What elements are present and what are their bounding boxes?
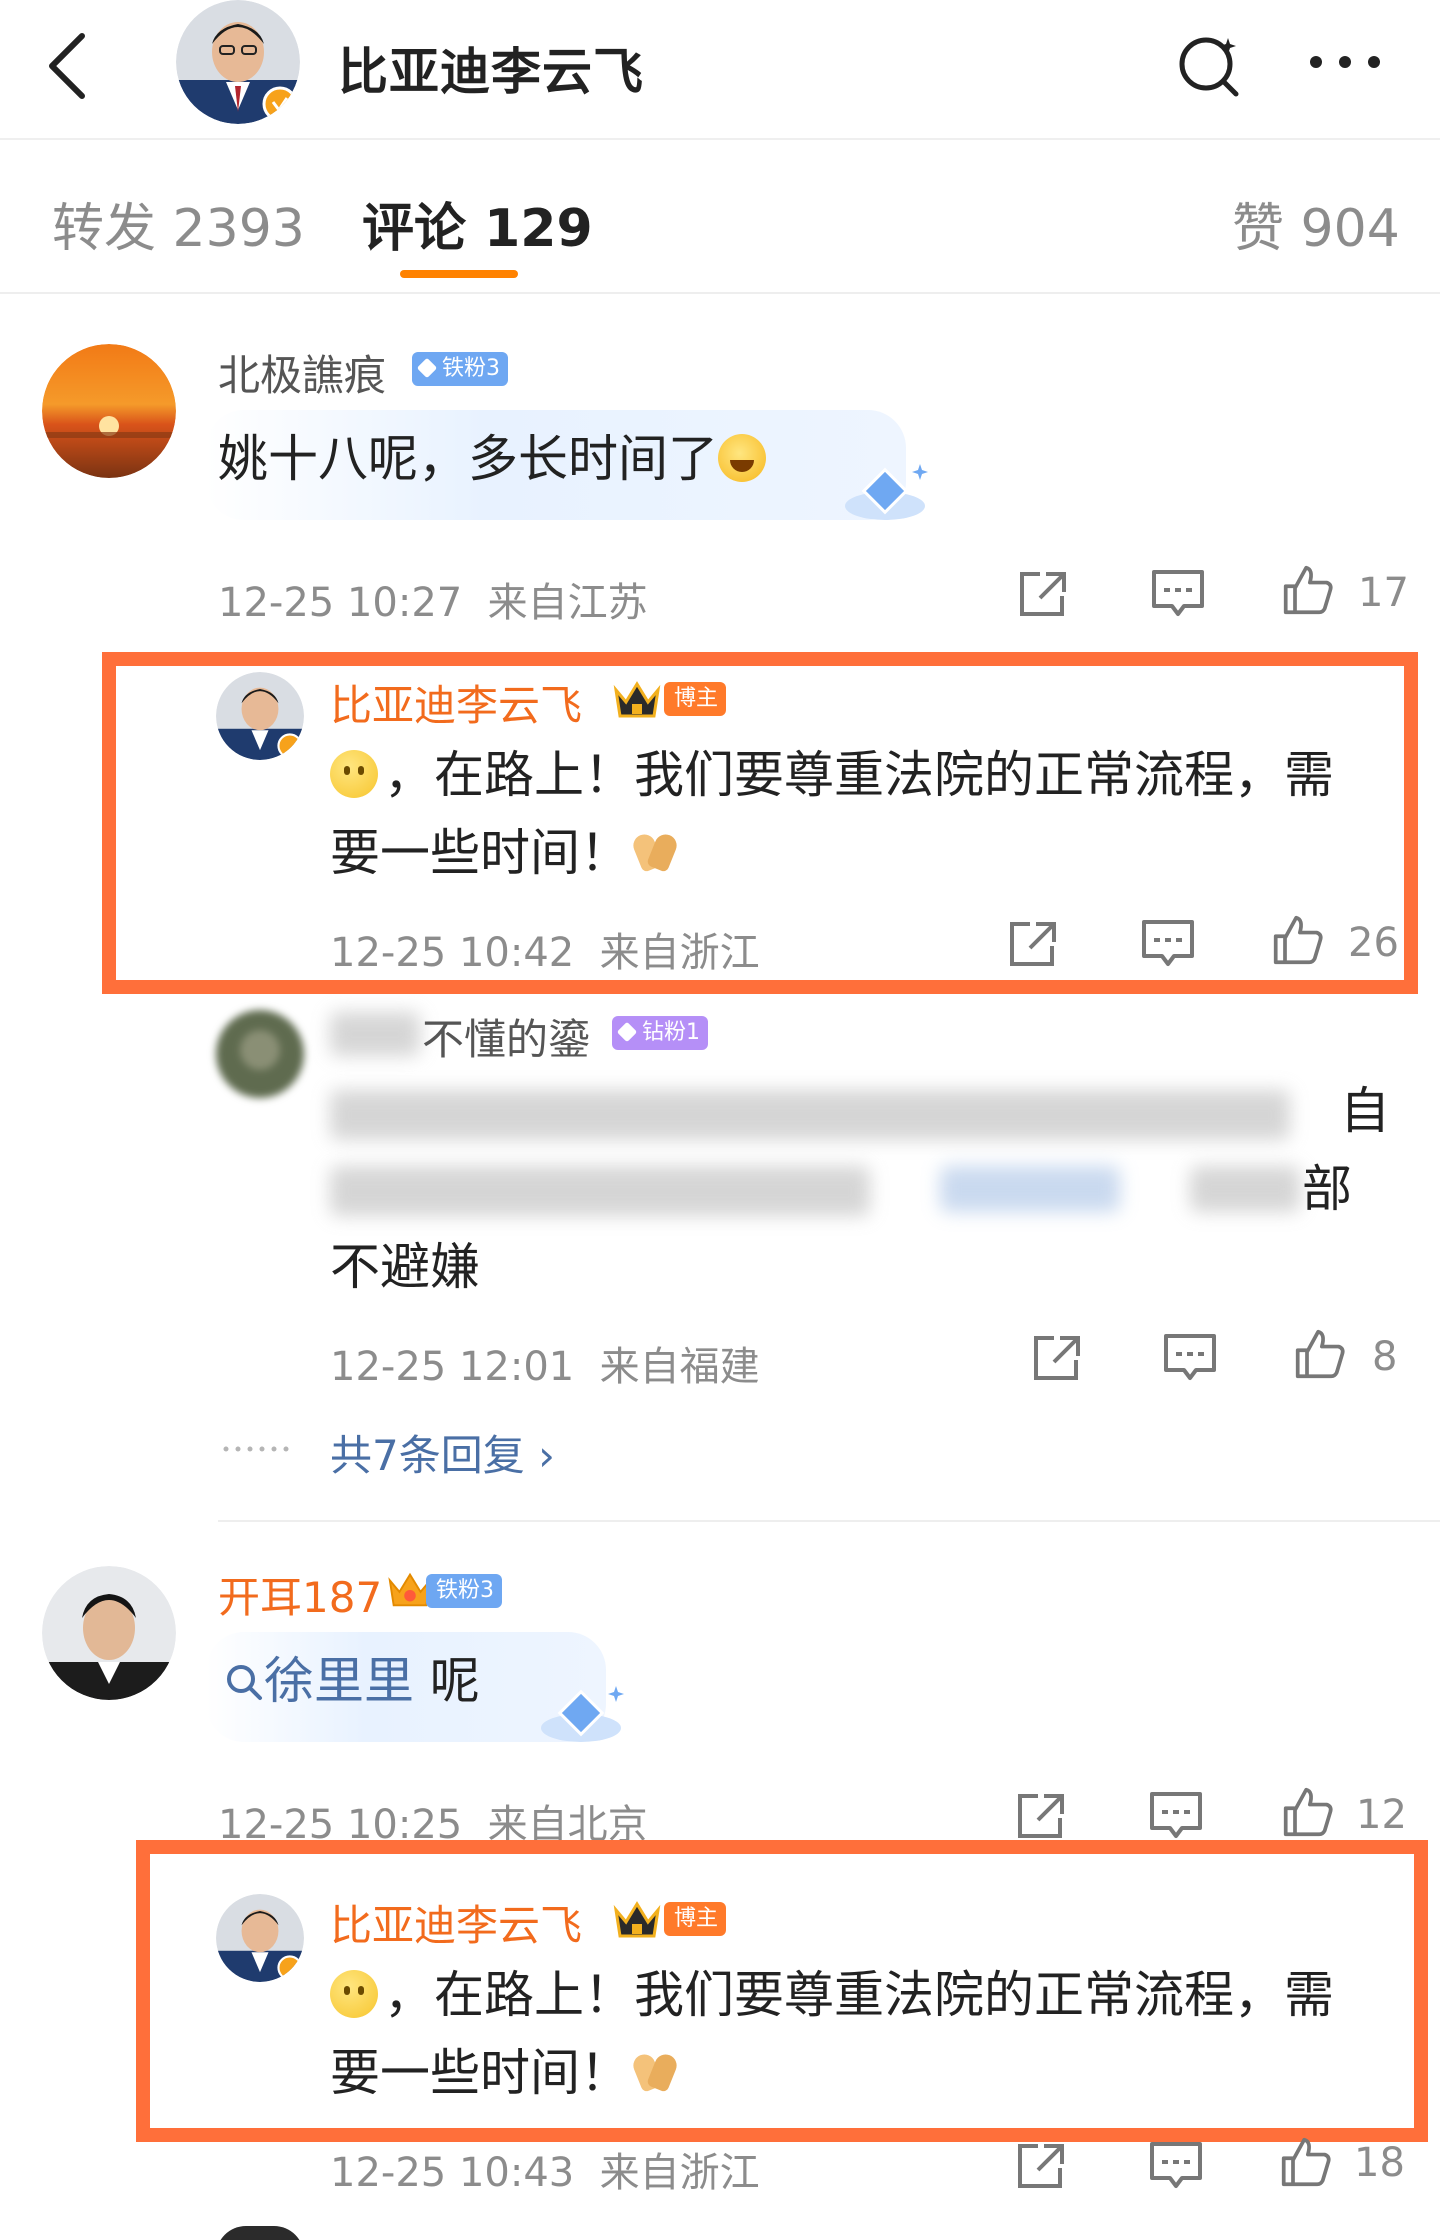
reply-meta: 12-25 10:42 来自浙江 <box>330 930 760 976</box>
like-count: 17 <box>1358 570 1409 616</box>
reply-comment-icon[interactable] <box>1150 568 1206 620</box>
search-topic-link[interactable]: 徐里里 <box>224 1652 414 1710</box>
blurred-link <box>940 1166 1120 1212</box>
commenter-avatar[interactable] <box>42 1566 176 1700</box>
comment-text: 徐里里 呢 <box>224 1642 480 1720</box>
smile-emoji-icon <box>330 1970 378 2018</box>
author-avatar[interactable] <box>176 0 300 124</box>
reply-meta: 12-25 12:01 来自福建 <box>330 1344 760 1390</box>
reply-text-line2: 要一些时间！ <box>330 814 680 892</box>
top-bar: 比亚迪李云飞 <box>0 0 1440 140</box>
share-icon[interactable] <box>1030 1332 1086 1384</box>
reply-author-username[interactable]: 比亚迪李云飞 <box>330 672 582 733</box>
diamond-decoration-icon <box>541 1686 624 1742</box>
reply-author-avatar[interactable] <box>216 1894 304 1982</box>
fan-level-badge: 铁粉3 <box>426 1574 502 1608</box>
folded-hands-emoji-icon <box>630 828 680 874</box>
reply-text-line1: ，在路上！我们要尊重法院的正常流程，需 <box>330 1956 1334 2034</box>
badge-gem-icon <box>616 1021 638 1043</box>
share-icon[interactable] <box>1014 2140 1070 2192</box>
comment-text: 姚十八呢，多长时间了 <box>218 420 766 498</box>
tab-reposts[interactable]: 转发 2393 <box>52 186 305 261</box>
active-tab-indicator <box>400 270 518 278</box>
reply-author-username[interactable]: 比亚迪李云飞 <box>330 1892 582 1953</box>
reply-author-avatar[interactable] <box>216 672 304 760</box>
commenter-username[interactable]: 北极譙痕 <box>218 342 386 403</box>
next-reply-avatar-partial <box>216 2226 304 2240</box>
like-thumb-icon[interactable] <box>1270 914 1326 966</box>
reply-meta: 12-25 10:43 来自浙江 <box>330 2150 760 2196</box>
dotted-line-icon <box>223 1446 289 1452</box>
comment-meta: 12-25 10:27 来自江苏 <box>218 580 648 626</box>
crown-icon <box>613 681 661 718</box>
reply-comment-icon[interactable] <box>1162 1332 1218 1384</box>
more-options-icon[interactable] <box>1300 30 1390 90</box>
like-count: 26 <box>1348 920 1399 966</box>
share-icon[interactable] <box>1006 918 1062 970</box>
commenter-username[interactable]: 开耳187 <box>218 1564 382 1625</box>
share-icon[interactable] <box>1016 568 1072 620</box>
reply-text-line3: 不避嫌 <box>330 1238 480 1296</box>
reply-comment-icon[interactable] <box>1148 1790 1204 1842</box>
reply-text-fragment: 自 <box>1340 1082 1390 1140</box>
commenter-avatar[interactable] <box>42 344 176 478</box>
tab-comments[interactable]: 评论 129 <box>362 186 593 261</box>
reply-author-avatar[interactable] <box>216 1010 304 1098</box>
reply-username[interactable]: 不懂的鎏 <box>422 1006 590 1067</box>
like-thumb-icon[interactable] <box>1280 564 1336 616</box>
reply-text-fragment: 部 <box>1302 1160 1352 1218</box>
crown-icon <box>613 1901 661 1938</box>
diamond-decoration-icon <box>845 464 928 520</box>
folded-hands-emoji-icon <box>630 2048 680 2094</box>
blurred-text-line1 <box>330 1090 1290 1140</box>
search-icon[interactable] <box>1170 24 1250 104</box>
like-thumb-icon[interactable] <box>1292 1328 1348 1380</box>
like-thumb-icon[interactable] <box>1280 1786 1336 1838</box>
like-count: 8 <box>1372 1334 1398 1380</box>
fan-level-badge: 铁粉3 <box>412 352 508 386</box>
tab-bar: 转发 2393 评论 129 赞 904 <box>0 142 1440 294</box>
tab-likes[interactable]: 赞 904 <box>1232 186 1400 261</box>
reply-text-line1: ，在路上！我们要尊重法院的正常流程，需 <box>330 736 1334 814</box>
laugh-cry-emoji-icon <box>718 434 766 482</box>
blurred-text-fragment <box>1190 1166 1300 1212</box>
like-count: 12 <box>1356 1792 1407 1838</box>
blurred-text-line2 <box>330 1166 870 1216</box>
fan-level-badge: 钻粉1 <box>612 1016 708 1050</box>
smile-emoji-icon <box>330 750 378 798</box>
blurred-username-prefix <box>330 1012 420 1056</box>
reply-comment-icon[interactable] <box>1148 2140 1204 2192</box>
share-icon[interactable] <box>1014 1790 1070 1842</box>
back-arrow-icon[interactable] <box>40 26 100 106</box>
like-thumb-icon[interactable] <box>1278 2136 1334 2188</box>
blogger-badge: 博主 <box>664 1902 727 1936</box>
view-all-replies-link[interactable]: 共7条回复 › <box>330 1422 555 1483</box>
reply-comment-icon[interactable] <box>1140 918 1196 970</box>
comment-divider <box>218 1520 1440 1522</box>
blogger-badge: 博主 <box>664 682 727 716</box>
badge-gem-icon <box>416 357 438 379</box>
search-icon <box>227 1665 262 1700</box>
reply-text-line2: 要一些时间！ <box>330 2034 680 2112</box>
like-count: 18 <box>1354 2140 1405 2186</box>
author-name-title: 比亚迪李云飞 <box>338 43 644 101</box>
